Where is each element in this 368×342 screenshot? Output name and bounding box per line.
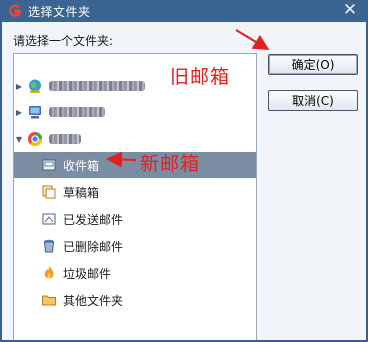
annotation-arrows <box>106 29 270 168</box>
arrow-to-inbox <box>106 151 137 168</box>
select-folder-dialog: 选择文件夹 ✕ 请选择一个文件夹: ▶ ▶ ▼ 收件箱 草稿箱 已发送邮件 已删… <box>0 0 368 342</box>
arrow-to-ok-button <box>235 29 270 51</box>
